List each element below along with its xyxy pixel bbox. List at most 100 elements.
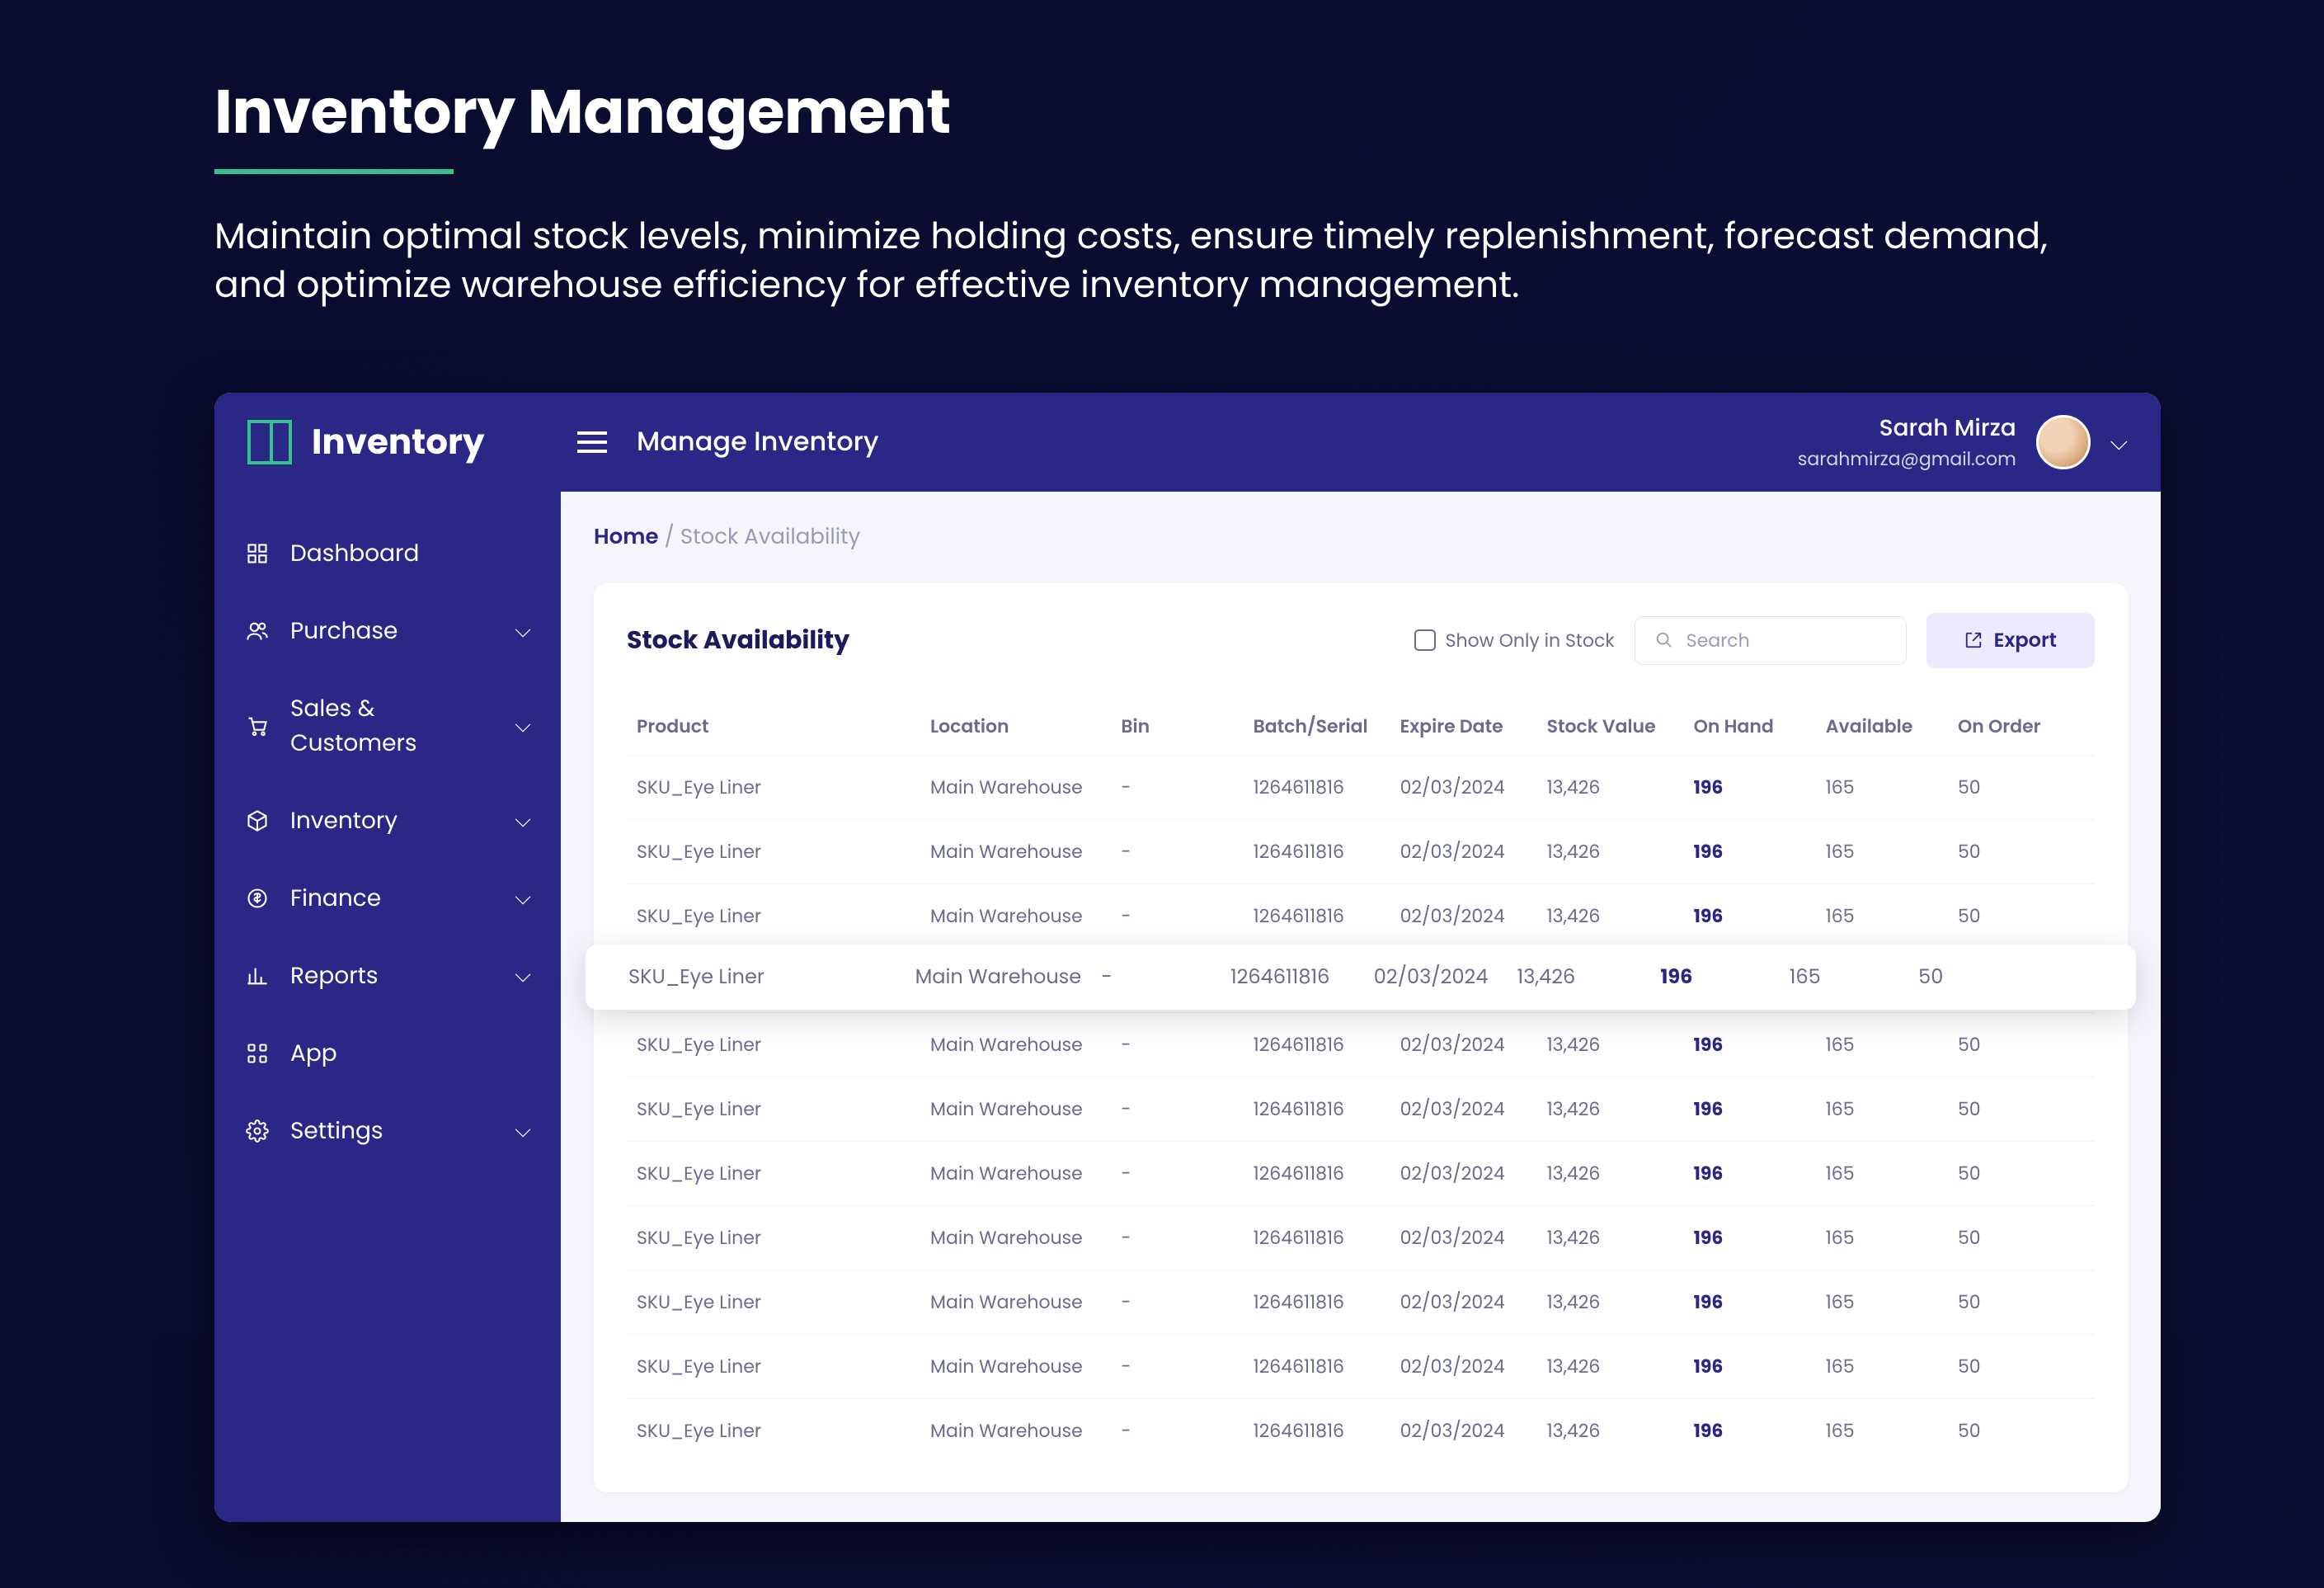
cell-expire: 02/03/2024: [1390, 1334, 1537, 1398]
sidebar: DashboardPurchase⌵Sales & Customers⌵Inve…: [214, 492, 561, 1522]
table-row[interactable]: SKU_Eye LinerMain Warehouse-126461181602…: [627, 755, 2095, 819]
cell-on-hand: 196: [1684, 755, 1816, 819]
cell-on-order: 50: [1948, 755, 2095, 819]
sidebar-item-finance[interactable]: Finance⌵: [214, 860, 561, 937]
cell-product: SKU_Eye Liner: [627, 1398, 920, 1463]
cell-available: 165: [1816, 755, 1948, 819]
export-icon: [1964, 631, 1983, 649]
cell-product: SKU_Eye Liner: [627, 884, 920, 948]
cell-bin: -: [1111, 1334, 1243, 1398]
export-button[interactable]: Export: [1926, 613, 2095, 668]
sidebar-item-settings[interactable]: Settings⌵: [214, 1092, 561, 1170]
hero-title: Inventory Management: [214, 66, 2110, 158]
app-icon: [244, 1040, 271, 1067]
brand-logo-icon: [247, 420, 292, 464]
cell-stock-value: 13,426: [1537, 1077, 1684, 1141]
cell-location: Main Warehouse: [920, 1398, 1111, 1463]
cell-batch: 1264611816: [1244, 1334, 1390, 1398]
hero-subtitle: Maintain optimal stock levels, minimize …: [214, 212, 2110, 310]
cell-bin: -: [1111, 819, 1243, 884]
search-icon: [1655, 631, 1673, 649]
sidebar-item-inventory[interactable]: Inventory⌵: [214, 782, 561, 860]
cell-on-order: 50: [1948, 1077, 2095, 1141]
table-row[interactable]: SKU_Eye LinerMain Warehouse-126461181602…: [627, 1334, 2095, 1398]
cell-batch: 1264611816: [1244, 884, 1390, 948]
col-available[interactable]: Available: [1816, 698, 1948, 756]
cell-stock-value: 13,426: [1537, 1270, 1684, 1334]
cell-batch: 1264611816: [1244, 819, 1390, 884]
table-row[interactable]: SKU_Eye LinerMain Warehouse-126461181602…: [627, 884, 2095, 948]
cell-location: Main Warehouse: [920, 1012, 1111, 1077]
col-on-order[interactable]: On Order: [1948, 698, 2095, 756]
cell-bin: -: [1102, 963, 1230, 992]
col-location[interactable]: Location: [920, 698, 1111, 756]
table-row[interactable]: SKU_Eye LinerMain Warehouse-126461181602…: [627, 1077, 2095, 1141]
sidebar-item-sales-customers[interactable]: Sales & Customers⌵: [214, 670, 561, 782]
cell-on-hand: 196: [1684, 1270, 1816, 1334]
cell-on-hand: 196: [1684, 1398, 1816, 1463]
table-row[interactable]: SKU_Eye LinerMain Warehouse-126461181602…: [627, 1012, 2095, 1077]
table-row[interactable]: SKU_Eye LinerMain Warehouse-126461181602…: [627, 1141, 2095, 1205]
sidebar-item-purchase[interactable]: Purchase⌵: [214, 592, 561, 670]
cell-available: 165: [1816, 1270, 1948, 1334]
cell-batch: 1264611816: [1244, 1270, 1390, 1334]
chevron-down-icon: ⌵: [2110, 425, 2128, 459]
cell-on-order: 50: [1948, 1205, 2095, 1270]
cell-batch: 1264611816: [1244, 1205, 1390, 1270]
sidebar-item-dashboard[interactable]: Dashboard: [214, 515, 561, 592]
breadcrumb: Home / Stock Availability: [594, 521, 2128, 554]
col-on-hand[interactable]: On Hand: [1684, 698, 1816, 756]
col-stock-value[interactable]: Stock Value: [1537, 698, 1684, 756]
search-input[interactable]: Search: [1635, 616, 1907, 665]
cell-bin: -: [1111, 884, 1243, 948]
table-row[interactable]: SKU_Eye LinerMain Warehouse-126461181602…: [627, 819, 2095, 884]
cell-available: 165: [1816, 1334, 1948, 1398]
cell-available: 165: [1790, 963, 1918, 992]
chevron-down-icon: ⌵: [515, 882, 531, 914]
cell-expire: 02/03/2024: [1390, 1012, 1537, 1077]
cell-on-order: 50: [1948, 1270, 2095, 1334]
table-row[interactable]: SKU_Eye LinerMain Warehouse-126461181602…: [627, 1270, 2095, 1334]
cell-stock-value: 13,426: [1537, 1205, 1684, 1270]
hamburger-menu-button[interactable]: [577, 431, 607, 453]
show-only-in-stock-toggle[interactable]: Show Only in Stock: [1414, 627, 1615, 654]
cell-product: SKU_Eye Liner: [627, 1141, 920, 1205]
cell-stock-value: 13,426: [1537, 1398, 1684, 1463]
avatar: [2036, 415, 2091, 469]
app-shell: Inventory Manage Inventory Sarah Mirza s…: [214, 393, 2161, 1522]
user-menu[interactable]: Sarah Mirza sarahmirza@gmail.com ⌵: [1798, 411, 2128, 473]
cell-expire: 02/03/2024: [1390, 755, 1537, 819]
cell-bin: -: [1111, 1398, 1243, 1463]
col-product[interactable]: Product: [627, 698, 920, 756]
cell-on-hand: 196: [1684, 1141, 1816, 1205]
highlighted-row[interactable]: SKU_Eye LinerMain Warehouse-126461181602…: [586, 945, 2136, 1010]
cell-bin: -: [1111, 1012, 1243, 1077]
breadcrumb-home[interactable]: Home: [594, 522, 659, 552]
sidebar-item-label: Settings: [290, 1114, 495, 1148]
people-icon: [244, 618, 271, 644]
cell-bin: -: [1111, 755, 1243, 819]
col-expire-date[interactable]: Expire Date: [1390, 698, 1537, 756]
page-section-title: Manage Inventory: [637, 422, 1798, 462]
col-batch-serial[interactable]: Batch/Serial: [1244, 698, 1390, 756]
cell-location: Main Warehouse: [920, 1334, 1111, 1398]
cell-on-hand: 196: [1684, 1334, 1816, 1398]
cell-batch: 1264611816: [1244, 1012, 1390, 1077]
cell-expire: 02/03/2024: [1390, 884, 1537, 948]
sidebar-item-app[interactable]: App: [214, 1015, 561, 1092]
cell-on-hand: 196: [1684, 884, 1816, 948]
user-email: sarahmirza@gmail.com: [1798, 445, 2016, 473]
col-bin[interactable]: Bin: [1111, 698, 1243, 756]
sidebar-item-reports[interactable]: Reports⌵: [214, 937, 561, 1015]
table-row[interactable]: SKU_Eye LinerMain Warehouse-126461181602…: [627, 1398, 2095, 1463]
breadcrumb-current: Stock Availability: [680, 522, 860, 552]
cell-expire: 02/03/2024: [1390, 1270, 1537, 1334]
reports-icon: [244, 963, 271, 989]
cell-available: 165: [1816, 1012, 1948, 1077]
cell-available: 165: [1816, 884, 1948, 948]
cell-on-hand: 196: [1684, 1012, 1816, 1077]
cell-location: Main Warehouse: [920, 1077, 1111, 1141]
sidebar-item-label: Purchase: [290, 614, 495, 648]
cell-product: SKU_Eye Liner: [627, 1205, 920, 1270]
table-row[interactable]: SKU_Eye LinerMain Warehouse-126461181602…: [627, 1205, 2095, 1270]
